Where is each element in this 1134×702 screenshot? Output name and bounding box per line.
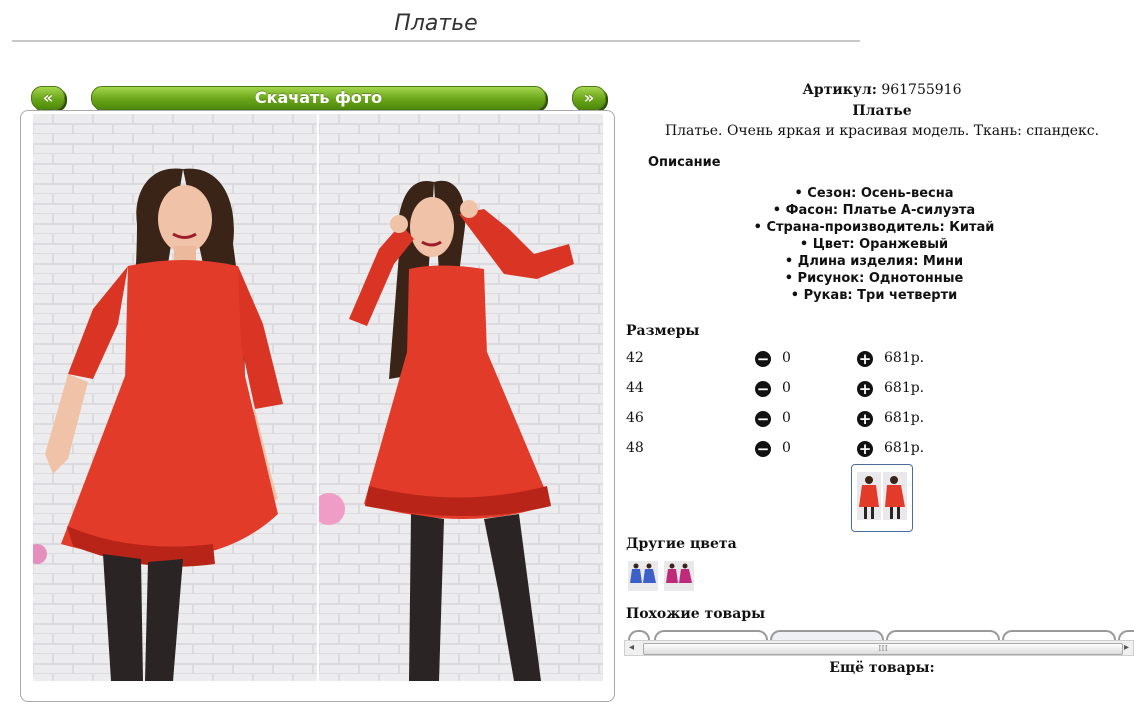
- sizes-heading: Размеры: [626, 323, 700, 339]
- size-price: 681р.: [884, 440, 925, 456]
- size-price: 681р.: [884, 350, 925, 366]
- plus-circle-icon[interactable]: +: [857, 381, 873, 397]
- scroll-right-icon[interactable]: ▸: [1124, 642, 1129, 653]
- size-quantity: 0: [782, 380, 791, 396]
- feature-item: Страна-производитель: Китай: [626, 219, 1122, 236]
- size-label: 48: [626, 440, 644, 456]
- minus-circle-icon[interactable]: −: [755, 381, 771, 397]
- size-price: 681р.: [884, 410, 925, 426]
- feature-item: Сезон: Осень-весна: [626, 185, 1122, 202]
- page-title: Платье: [12, 8, 860, 42]
- minus-circle-icon[interactable]: −: [755, 351, 771, 367]
- scroll-left-icon[interactable]: ◂: [629, 642, 634, 653]
- horizontal-scrollbar[interactable]: ◂ III ▸: [624, 640, 1134, 656]
- feature-item: Рукав: Три четверти: [626, 287, 1122, 304]
- size-label: 44: [626, 380, 644, 396]
- prev-photo-button[interactable]: «: [31, 86, 65, 110]
- size-row: 46 − 0 + 681р.: [626, 410, 946, 430]
- other-colors-heading: Другие цвета: [626, 536, 737, 552]
- download-photo-button[interactable]: Скачать фото: [91, 86, 546, 110]
- next-photo-button[interactable]: »: [572, 86, 606, 110]
- size-price: 681р.: [884, 380, 925, 396]
- selected-photo-thumbnail[interactable]: [851, 464, 913, 532]
- scrollbar-thumb[interactable]: III: [643, 643, 1123, 655]
- article-line: Артикул: 961755916: [626, 82, 1134, 98]
- size-label: 42: [626, 350, 644, 366]
- product-short-description: Платье. Очень яркая и красивая модель. Т…: [664, 123, 1100, 139]
- plus-circle-icon[interactable]: +: [857, 441, 873, 457]
- article-label: Артикул:: [802, 82, 877, 98]
- size-row: 42 − 0 + 681р.: [626, 350, 946, 370]
- article-value: 961755916: [881, 82, 962, 98]
- product-photo-side[interactable]: [319, 114, 603, 681]
- color-variant-pink[interactable]: [664, 561, 694, 591]
- size-row: 48 − 0 + 681р.: [626, 440, 946, 460]
- size-quantity: 0: [782, 410, 791, 426]
- feature-item: Длина изделия: Мини: [626, 253, 1122, 270]
- plus-circle-icon[interactable]: +: [857, 351, 873, 367]
- color-variant-blue[interactable]: [628, 561, 658, 591]
- feature-item: Рисунок: Однотонные: [626, 270, 1122, 287]
- size-label: 46: [626, 410, 644, 426]
- description-heading: Описание: [648, 155, 721, 170]
- plus-circle-icon[interactable]: +: [857, 411, 873, 427]
- size-quantity: 0: [782, 350, 791, 366]
- product-photo-front[interactable]: [33, 114, 317, 681]
- feature-list: Сезон: Осень-весна Фасон: Платье А-силуэ…: [626, 185, 1122, 304]
- minus-circle-icon[interactable]: −: [755, 441, 771, 457]
- similar-products-heading: Похожие товары: [626, 606, 766, 622]
- feature-item: Цвет: Оранжевый: [626, 236, 1122, 253]
- product-name: Платье: [852, 103, 912, 119]
- size-row: 44 − 0 + 681р.: [626, 380, 946, 400]
- more-products-heading: Ещё товары:: [829, 660, 935, 676]
- feature-item: Фасон: Платье А-силуэта: [626, 202, 1122, 219]
- minus-circle-icon[interactable]: −: [755, 411, 771, 427]
- size-quantity: 0: [782, 440, 791, 456]
